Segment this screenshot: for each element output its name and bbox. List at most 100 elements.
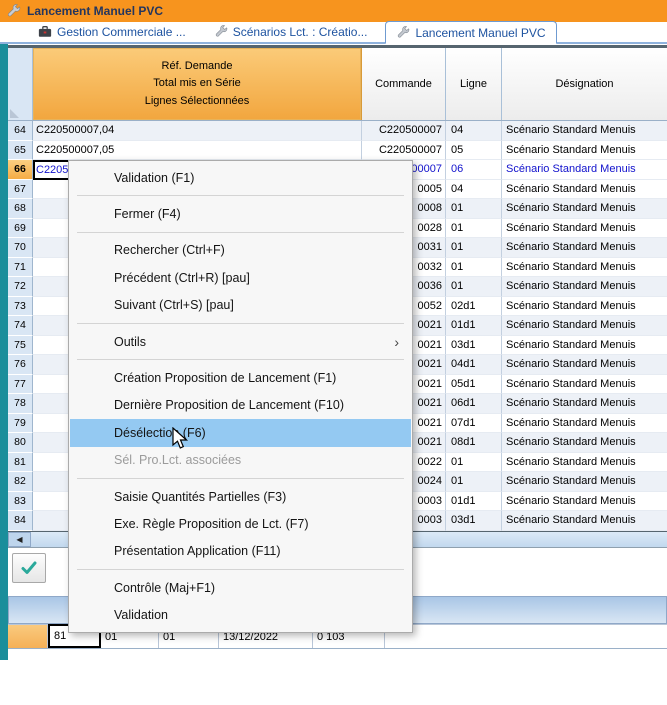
menu-item-validation[interactable]: Validation [70, 601, 411, 628]
designation-cell[interactable]: Scénario Standard Menuis [502, 472, 667, 492]
menu-item-label: Fermer (F4) [114, 207, 181, 221]
tab-sc-narios-lct-cr-atio[interactable]: Scénarios Lct. : Créatio... [204, 21, 378, 42]
commande-cell[interactable]: C220500007 [362, 121, 446, 141]
ref-cell[interactable]: C220500007,04 [33, 121, 362, 141]
validate-button[interactable] [12, 553, 46, 583]
bottom-row-header[interactable] [8, 624, 48, 648]
menu-item-pr-sentation-application-f11[interactable]: Présentation Application (F11) [70, 538, 411, 565]
row-number-cell[interactable]: 83 [8, 492, 33, 512]
menu-item-rechercher-ctrl-f[interactable]: Rechercher (Ctrl+F) [70, 237, 411, 264]
row-number-cell[interactable]: 68 [8, 199, 33, 219]
ligne-cell[interactable]: 01 [446, 199, 502, 219]
row-number-cell[interactable]: 69 [8, 219, 33, 239]
ligne-cell[interactable]: 03d1 [446, 336, 502, 356]
designation-cell[interactable]: Scénario Standard Menuis [502, 297, 667, 317]
row-number-cell[interactable]: 73 [8, 297, 33, 317]
menu-item-suivant-ctrl-s-pau[interactable]: Suivant (Ctrl+S) [pau] [70, 292, 411, 319]
designation-cell[interactable]: Scénario Standard Menuis [502, 433, 667, 453]
row-number-cell[interactable]: 78 [8, 394, 33, 414]
menu-separator [77, 478, 404, 479]
row-number-cell[interactable]: 75 [8, 336, 33, 356]
ligne-cell[interactable]: 01d1 [446, 316, 502, 336]
commande-cell[interactable]: C220500007 [362, 141, 446, 161]
row-number-cell[interactable]: 76 [8, 355, 33, 375]
ligne-cell[interactable]: 03d1 [446, 511, 502, 531]
row-number-cell[interactable]: 70 [8, 238, 33, 258]
row-number-cell[interactable]: 65 [8, 141, 33, 161]
row-number-cell[interactable]: 81 [8, 453, 33, 473]
tab-gestion-commerciale[interactable]: Gestion Commerciale ... [28, 21, 196, 42]
designation-cell[interactable]: Scénario Standard Menuis [502, 394, 667, 414]
menu-item-saisie-quantit-s-partielles-f3[interactable]: Saisie Quantités Partielles (F3) [70, 483, 411, 510]
ligne-cell[interactable]: 05 [446, 141, 502, 161]
designation-cell[interactable]: Scénario Standard Menuis [502, 141, 667, 161]
row-number-cell[interactable]: 79 [8, 414, 33, 434]
select-all-corner[interactable] [8, 48, 33, 120]
designation-cell[interactable]: Scénario Standard Menuis [502, 160, 667, 180]
designation-cell[interactable]: Scénario Standard Menuis [502, 199, 667, 219]
row-number-cell[interactable]: 72 [8, 277, 33, 297]
row-number-cell[interactable]: 67 [8, 180, 33, 200]
row-number-cell[interactable]: 82 [8, 472, 33, 492]
designation-cell[interactable]: Scénario Standard Menuis [502, 336, 667, 356]
column-header-ref[interactable]: Réf. Demande Total mis en Série Lignes S… [33, 48, 362, 120]
ligne-cell[interactable]: 01 [446, 238, 502, 258]
ref-cell[interactable]: C220500007,05 [33, 141, 362, 161]
menu-item-outils[interactable]: Outils› [70, 328, 411, 355]
menu-item-label: Suivant (Ctrl+S) [pau] [114, 298, 234, 312]
designation-cell[interactable]: Scénario Standard Menuis [502, 414, 667, 434]
designation-cell[interactable]: Scénario Standard Menuis [502, 316, 667, 336]
tab-lancement-manuel-pvc[interactable]: Lancement Manuel PVC [385, 21, 556, 44]
designation-cell[interactable]: Scénario Standard Menuis [502, 511, 667, 531]
designation-cell[interactable]: Scénario Standard Menuis [502, 277, 667, 297]
ligne-cell[interactable]: 04 [446, 180, 502, 200]
designation-cell[interactable]: Scénario Standard Menuis [502, 355, 667, 375]
ligne-cell[interactable]: 01 [446, 258, 502, 278]
ligne-cell[interactable]: 01 [446, 453, 502, 473]
row-number-cell[interactable]: 74 [8, 316, 33, 336]
row-number-cell[interactable]: 80 [8, 433, 33, 453]
menu-item-derni-re-proposition-de-lancement-f10[interactable]: Dernière Proposition de Lancement (F10) [70, 392, 411, 419]
column-header-commande[interactable]: Commande [362, 48, 446, 120]
ligne-cell[interactable]: 06d1 [446, 394, 502, 414]
ligne-cell[interactable]: 08d1 [446, 433, 502, 453]
ligne-cell[interactable]: 01 [446, 472, 502, 492]
column-header-designation[interactable]: Désignation [502, 48, 667, 120]
corner-triangle-icon [10, 109, 19, 118]
designation-cell[interactable]: Scénario Standard Menuis [502, 238, 667, 258]
designation-cell[interactable]: Scénario Standard Menuis [502, 492, 667, 512]
designation-cell[interactable]: Scénario Standard Menuis [502, 453, 667, 473]
designation-cell[interactable]: Scénario Standard Menuis [502, 219, 667, 239]
ligne-cell[interactable]: 05d1 [446, 375, 502, 395]
tab-label: Scénarios Lct. : Créatio... [233, 25, 368, 39]
row-number-cell[interactable]: 71 [8, 258, 33, 278]
designation-cell[interactable]: Scénario Standard Menuis [502, 375, 667, 395]
designation-cell[interactable]: Scénario Standard Menuis [502, 258, 667, 278]
ligne-cell[interactable]: 01d1 [446, 492, 502, 512]
designation-cell[interactable]: Scénario Standard Menuis [502, 180, 667, 200]
header-ref-line1: Réf. Demande [162, 58, 233, 75]
row-number-cell[interactable]: 77 [8, 375, 33, 395]
menu-item-cr-ation-proposition-de-lancement-f1[interactable]: Création Proposition de Lancement (F1) [70, 364, 411, 391]
row-number-cell[interactable]: 64 [8, 121, 33, 141]
menu-item-exe-r-gle-proposition-de-lct-f7[interactable]: Exe. Règle Proposition de Lct. (F7) [70, 510, 411, 537]
ligne-cell[interactable]: 04 [446, 121, 502, 141]
menu-item-contr-le-maj-f1[interactable]: Contrôle (Maj+F1) [70, 574, 411, 601]
menu-item-fermer-f4[interactable]: Fermer (F4) [70, 200, 411, 227]
table-row: 65C220500007,05C22050000705Scénario Stan… [8, 141, 667, 161]
menu-item-s-l-pro-lct-associ-es: Sél. Pro.Lct. associées [70, 447, 411, 474]
ligne-cell[interactable]: 02d1 [446, 297, 502, 317]
ligne-cell[interactable]: 01 [446, 277, 502, 297]
menu-item-d-s-lection-f6[interactable]: Désélection (F6) [70, 419, 411, 446]
designation-cell[interactable]: Scénario Standard Menuis [502, 121, 667, 141]
column-header-ligne[interactable]: Ligne [446, 48, 502, 120]
row-number-cell[interactable]: 84 [8, 511, 33, 531]
ligne-cell[interactable]: 07d1 [446, 414, 502, 434]
scroll-left-button[interactable]: ◀ [8, 532, 31, 547]
ligne-cell[interactable]: 06 [446, 160, 502, 180]
menu-item-pr-c-dent-ctrl-r-pau[interactable]: Précédent (Ctrl+R) [pau] [70, 264, 411, 291]
ligne-cell[interactable]: 01 [446, 219, 502, 239]
menu-item-validation-f1[interactable]: Validation (F1) [70, 164, 411, 191]
row-number-cell[interactable]: 66 [8, 160, 33, 180]
ligne-cell[interactable]: 04d1 [446, 355, 502, 375]
